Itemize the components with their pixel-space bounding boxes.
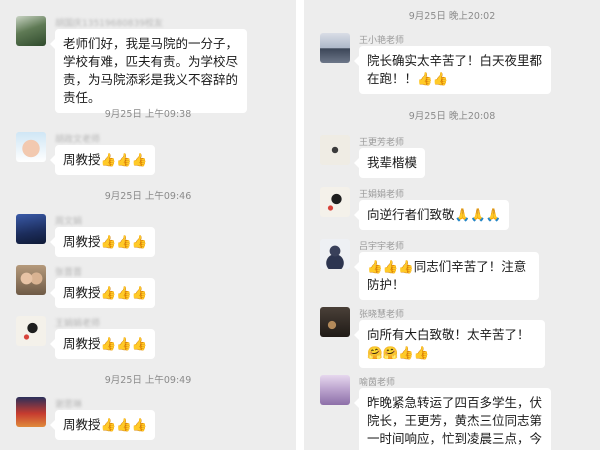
lake-photo-avatar[interactable]	[320, 33, 350, 63]
sender-name: 谢思琳	[55, 400, 83, 410]
timestamp: 9月25日 上午09:49	[104, 375, 192, 386]
sender-name: 张晓慧老师	[359, 310, 405, 320]
timestamp: 9月25日 上午09:46	[104, 191, 192, 202]
red-room-avatar[interactable]	[16, 397, 46, 427]
sender-name: 吕宇宇老师	[359, 242, 405, 252]
sender-name: 周文娟	[55, 217, 83, 227]
purple-sky-avatar[interactable]	[320, 375, 350, 405]
timestamp: 9月25日 晚上20:02	[408, 11, 496, 22]
message-bubble[interactable]: 周教授👍👍👍	[49, 329, 156, 359]
message-bubble[interactable]: 我辈楷模	[353, 148, 426, 178]
message-bubble[interactable]: 周教授👍👍👍	[49, 410, 156, 440]
sender-name: 王更芳老师	[359, 138, 405, 148]
message-bubble[interactable]: 周教授👍👍👍	[49, 145, 156, 175]
sender-name: 张晋晋	[55, 268, 83, 278]
message-bubble[interactable]: 老师们好，我是马院的一分子，学校有难，匹夫有责。为学校尽责，为马院添彩是我义不容…	[50, 29, 247, 113]
message-bubble[interactable]: 周教授👍👍👍	[49, 278, 156, 308]
couple-photo-avatar[interactable]	[16, 265, 46, 295]
message-bubble[interactable]: 向所有大白致敬！太辛苦了！🤗🤗👍👍	[354, 320, 545, 368]
message-bubble[interactable]: 向逆行者们致敬🙏🙏🙏	[353, 200, 510, 230]
timestamp: 9月25日 晚上20:08	[408, 111, 496, 122]
sender-name: 王娟娟老师	[55, 319, 101, 329]
message-bubble[interactable]: 昨晚紧急转运了四百多学生，伏院长，王更芳，黄杰三位同志第一时间响应，忙到凌晨三点…	[354, 388, 551, 450]
dark-photo-avatar[interactable]	[320, 307, 350, 337]
tree-photo-avatar[interactable]	[16, 16, 46, 46]
timestamp: 9月25日 上午09:38	[104, 109, 192, 120]
night-scene-avatar[interactable]	[16, 214, 46, 244]
sender-name: 喻茵老师	[359, 378, 396, 388]
sender-name: 胡政文老师	[55, 135, 101, 145]
sender-name: 王小艳老师	[359, 36, 405, 46]
chat-panel-left: 胡国庆13519680839校友 老师们好，我是马院的一分子，学校有难，匹夫有责…	[0, 0, 296, 450]
chat-panel-right: 9月25日 晚上20:02 王小艳老师 院长确实太辛苦了！白天夜里都在跑！！👍👍…	[304, 0, 600, 450]
message-bubble[interactable]: 👍👍👍同志们辛苦了！注意防护！	[354, 252, 539, 300]
message-bubble[interactable]: 周教授👍👍👍	[49, 227, 156, 257]
sender-name: 王娟娟老师	[359, 190, 405, 200]
sender-name: 胡国庆13519680839校友	[55, 19, 163, 29]
cartoon-character-avatar[interactable]	[320, 239, 350, 269]
baby-photo-avatar[interactable]	[16, 132, 46, 162]
calligraphy-avatar[interactable]	[320, 135, 350, 165]
message-bubble[interactable]: 院长确实太辛苦了！白天夜里都在跑！！👍👍	[354, 46, 551, 94]
ink-painting-avatar[interactable]	[16, 316, 46, 346]
ink-painting-avatar[interactable]	[320, 187, 350, 217]
